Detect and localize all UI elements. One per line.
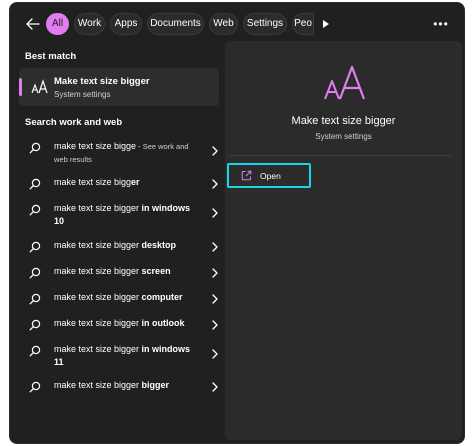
result-text: make text size bigger screen bbox=[54, 265, 194, 278]
chevron-right-icon bbox=[212, 294, 218, 304]
best-match-subtitle: System settings bbox=[54, 90, 111, 99]
filter-work[interactable]: Work bbox=[74, 13, 105, 35]
result-text: make text size bigge - See work and web … bbox=[54, 140, 194, 166]
search-result-item[interactable]: make text size bigger desktop bbox=[19, 239, 219, 255]
filter-apps[interactable]: Apps bbox=[110, 13, 142, 35]
search-icon bbox=[29, 142, 41, 154]
back-button[interactable] bbox=[24, 15, 42, 33]
text-size-large-icon bbox=[324, 65, 366, 100]
filter-people[interactable]: Peo bbox=[292, 13, 314, 35]
result-query: make text size bigg bbox=[54, 177, 132, 187]
open-button-label: Open bbox=[260, 171, 281, 181]
result-text: make text size bigger bbox=[54, 176, 194, 189]
search-result-item[interactable]: make text size bigge - See work and web … bbox=[19, 140, 219, 168]
result-query: make text size bigger bbox=[54, 240, 140, 250]
result-suggestion: er bbox=[131, 177, 140, 187]
search-web-heading: Search work and web bbox=[25, 117, 123, 128]
filter-bar: All Work Apps Documents Web Settings Peo… bbox=[10, 3, 464, 45]
scroll-filters-button[interactable] bbox=[322, 16, 334, 32]
open-external-icon bbox=[241, 170, 252, 181]
result-query: make text size bigger bbox=[54, 292, 140, 302]
preview-subtitle: System settings bbox=[315, 132, 372, 141]
chevron-right-icon bbox=[212, 242, 218, 252]
chevron-right-icon bbox=[212, 349, 218, 359]
arrow-left-icon bbox=[26, 18, 40, 30]
result-text: make text size bigger desktop bbox=[54, 239, 194, 252]
filter-web[interactable]: Web bbox=[209, 13, 238, 35]
preview-pane: Make text size bigger System settings Op… bbox=[225, 41, 462, 440]
chevron-right-icon bbox=[212, 179, 218, 189]
chevron-right-icon bbox=[212, 268, 218, 278]
result-suggestion: bigger bbox=[139, 380, 170, 390]
result-suggestion: in outlook bbox=[139, 318, 185, 328]
search-icon bbox=[29, 178, 41, 190]
search-icon bbox=[29, 345, 41, 357]
chevron-right-icon bbox=[212, 146, 218, 156]
result-query: make text size bigger bbox=[54, 344, 140, 354]
search-icon bbox=[29, 293, 41, 305]
result-query: make text size bigger bbox=[54, 266, 140, 276]
result-text: make text size bigger in windows 10 bbox=[54, 202, 194, 228]
play-icon bbox=[323, 20, 329, 28]
preview-title: Make text size bigger bbox=[291, 115, 396, 127]
chevron-right-icon bbox=[212, 208, 218, 218]
search-result-item[interactable]: make text size bigger bbox=[19, 176, 219, 192]
search-result-item[interactable]: make text size bigger in windows 11 bbox=[19, 343, 219, 371]
search-icon bbox=[29, 381, 41, 393]
search-result-item[interactable]: make text size bigger computer bbox=[19, 291, 219, 307]
search-result-item[interactable]: make text size bigger bigger bbox=[19, 379, 219, 395]
best-match-item[interactable]: Make text size bigger System settings bbox=[19, 68, 219, 106]
search-icon bbox=[29, 267, 41, 279]
result-query: make text size bigger bbox=[54, 318, 140, 328]
best-match-heading: Best match bbox=[25, 51, 77, 62]
chevron-right-icon bbox=[212, 382, 218, 392]
result-text: make text size bigger bigger bbox=[54, 379, 194, 392]
filter-documents[interactable]: Documents bbox=[147, 13, 204, 35]
search-result-item[interactable]: make text size bigger screen bbox=[19, 265, 219, 281]
result-suggestion: computer bbox=[139, 292, 183, 302]
result-query: make text size bigge bbox=[54, 141, 137, 151]
result-suggestion: screen bbox=[139, 266, 171, 276]
result-text: make text size bigger computer bbox=[54, 291, 194, 304]
search-result-item[interactable]: make text size bigger in windows 10 bbox=[19, 202, 219, 230]
search-icon bbox=[29, 204, 41, 216]
best-match-title: Make text size bigger bbox=[54, 76, 150, 87]
filter-settings[interactable]: Settings bbox=[243, 13, 287, 35]
more-options-button[interactable]: ••• bbox=[431, 15, 451, 33]
search-icon bbox=[29, 319, 41, 331]
search-panel: All Work Apps Documents Web Settings Peo… bbox=[9, 2, 465, 444]
result-query: make text size bigger bbox=[54, 203, 140, 213]
filter-all[interactable]: All bbox=[46, 13, 69, 35]
search-icon bbox=[29, 241, 41, 253]
open-button[interactable]: Open bbox=[227, 163, 311, 188]
chevron-right-icon bbox=[212, 320, 218, 330]
result-text: make text size bigger in outlook bbox=[54, 317, 194, 330]
result-query: make text size bigger bbox=[54, 380, 140, 390]
divider bbox=[228, 155, 452, 156]
selection-indicator bbox=[19, 78, 22, 96]
search-result-item[interactable]: make text size bigger in outlook bbox=[19, 317, 219, 333]
result-text: make text size bigger in windows 11 bbox=[54, 343, 194, 369]
result-suggestion: desktop bbox=[139, 240, 177, 250]
text-size-icon bbox=[31, 79, 48, 94]
